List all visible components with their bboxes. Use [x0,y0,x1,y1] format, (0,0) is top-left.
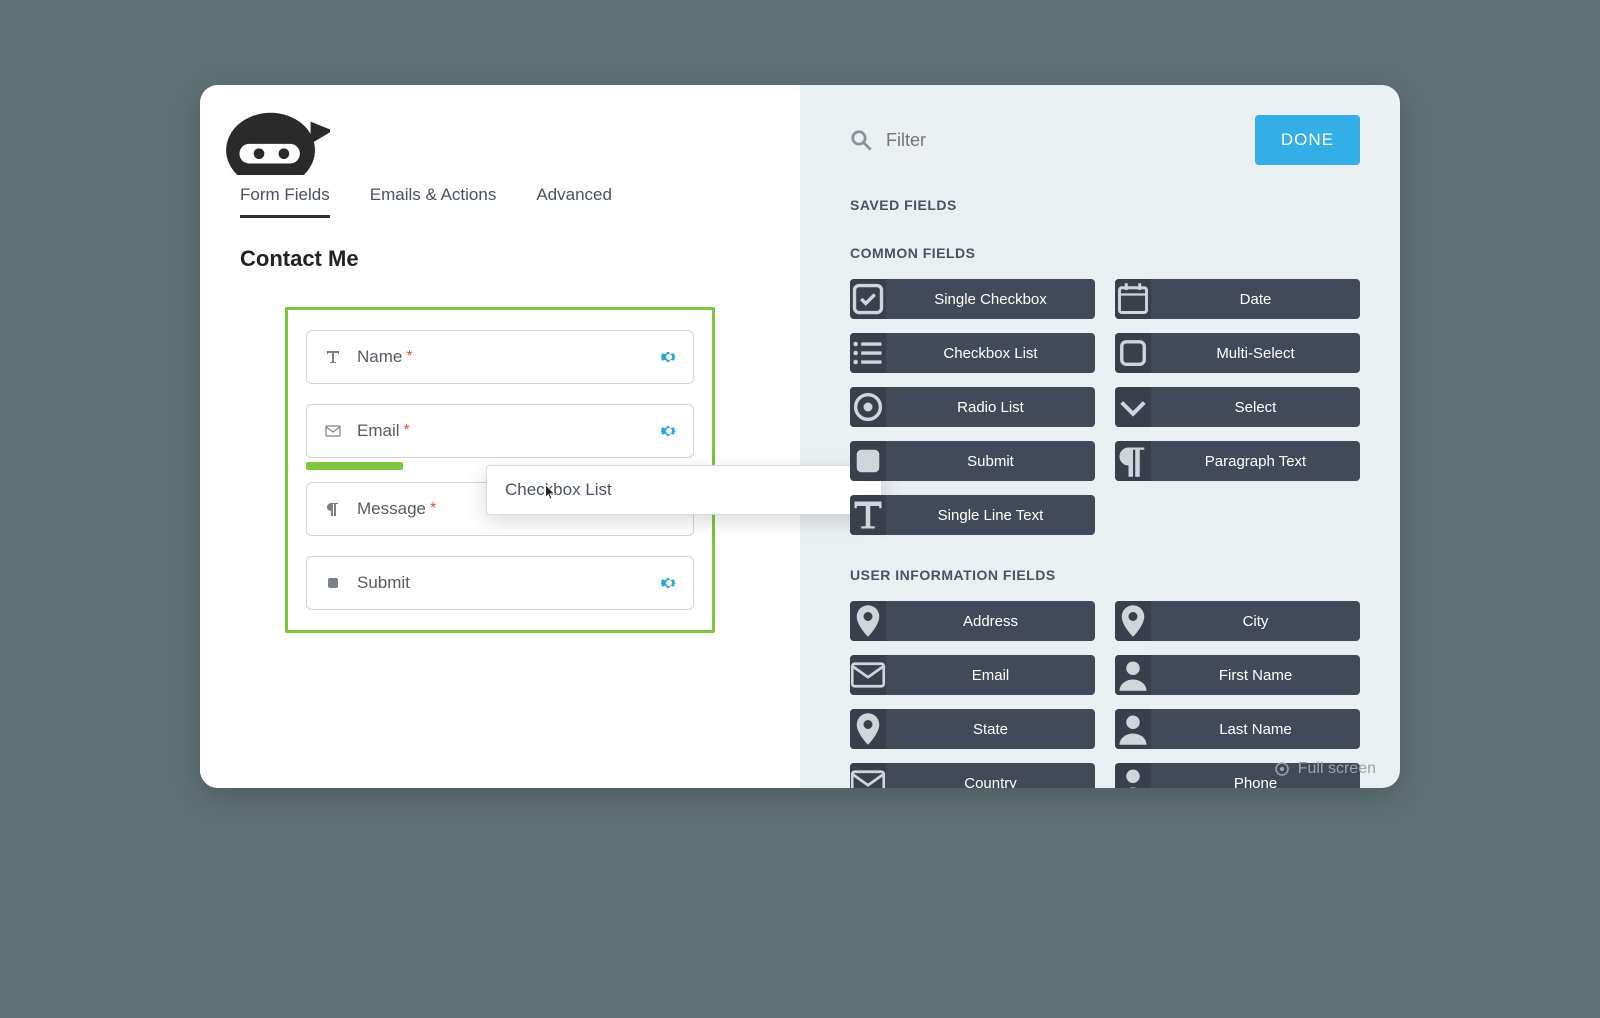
user-icon [1115,709,1151,749]
field-button-label: Radio List [886,399,1095,416]
field-button-label: Select [1151,399,1360,416]
required-mark: * [404,422,410,440]
user-icon [1115,655,1151,695]
app-window: Form Fields Emails & Actions Advanced Co… [200,85,1400,788]
common-field-single-checkbox[interactable]: Single Checkbox [850,279,1095,319]
user-field-state[interactable]: State [850,709,1095,749]
form-title: Contact Me [240,246,760,272]
field-button-label: Email [886,667,1095,684]
dot-circle-icon [850,387,886,427]
pin-icon [850,709,886,749]
list-icon [850,333,886,373]
square-o-icon [1115,333,1151,373]
common-fields-grid: Single Checkbox Date Checkbox List Multi-Se… [850,279,1360,535]
common-field-paragraph-text[interactable]: Paragraph Text [1115,441,1360,481]
common-field-radio-list[interactable]: Radio List [850,387,1095,427]
palette-header: DONE [850,115,1360,165]
field-button-label: Date [1151,291,1360,308]
field-button-label: Multi-Select [1151,345,1360,362]
fullscreen-label: Full screen [1298,760,1376,778]
text-icon [850,495,886,535]
field-label: Submit [357,573,410,593]
section-saved-fields: SAVED FIELDS [850,197,1360,213]
common-field-date[interactable]: Date [1115,279,1360,319]
pin-icon [850,601,886,641]
tabs: Form Fields Emails & Actions Advanced [240,185,760,218]
fullscreen-toggle[interactable]: Full screen [1274,760,1376,778]
gear-icon[interactable] [661,349,677,365]
envelope-icon [850,655,886,695]
section-common-fields: COMMON FIELDS [850,245,1360,261]
user-field-first-name[interactable]: First Name [1115,655,1360,695]
common-field-submit[interactable]: Submit [850,441,1095,481]
drop-indicator [306,462,403,470]
field-button-label: First Name [1151,667,1360,684]
field-button-label: Last Name [1151,721,1360,738]
calendar-icon [1115,279,1151,319]
field-button-label: Checkbox List [886,345,1095,362]
search-icon [850,129,872,151]
field-label: Message [357,499,426,519]
dragging-label: Checkbox List [505,480,612,499]
field-button-label: Submit [886,453,1095,470]
field-submit[interactable]: Submit [306,556,694,610]
field-button-label: Address [886,613,1095,630]
builder-panel: Form Fields Emails & Actions Advanced Co… [200,85,800,788]
paragraph-icon [323,501,343,517]
gear-icon[interactable] [661,423,677,439]
field-label: Email [357,421,400,441]
field-button-label: Paragraph Text [1151,453,1360,470]
common-field-multi-select[interactable]: Multi-Select [1115,333,1360,373]
field-button-label: Single Checkbox [886,291,1095,308]
common-field-checkbox-list[interactable]: Checkbox List [850,333,1095,373]
field-button-label: Single Line Text [886,507,1095,524]
user-field-city[interactable]: City [1115,601,1360,641]
tab-advanced[interactable]: Advanced [536,185,612,218]
field-button-label: City [1151,613,1360,630]
search-wrap [850,129,1237,151]
tab-form-fields[interactable]: Form Fields [240,185,330,218]
ninja-logo [220,95,330,175]
text-icon [323,349,343,365]
expand-icon [1274,761,1290,777]
square-icon [323,575,343,591]
field-button-label: State [886,721,1095,738]
chevron-down-icon [1115,387,1151,427]
field-name[interactable]: Name * [306,330,694,384]
envelope-icon [323,423,343,439]
required-mark: * [430,500,436,518]
user-field-country[interactable]: Country [850,763,1095,788]
user-icon [1115,763,1151,788]
tab-emails-actions[interactable]: Emails & Actions [370,185,497,218]
common-field-select[interactable]: Select [1115,387,1360,427]
field-palette: DONE SAVED FIELDS COMMON FIELDS Single C… [800,85,1400,788]
section-user-fields: USER INFORMATION FIELDS [850,567,1360,583]
common-field-single-line-text[interactable]: Single Line Text [850,495,1095,535]
filter-input[interactable] [886,130,1086,151]
square-icon [850,441,886,481]
pin-icon [1115,601,1151,641]
envelope-icon [850,763,886,788]
gear-icon[interactable] [661,575,677,591]
paragraph-icon [1115,441,1151,481]
field-email[interactable]: Email * [306,404,694,458]
required-mark: * [406,348,412,366]
user-field-last-name[interactable]: Last Name [1115,709,1360,749]
user-field-address[interactable]: Address [850,601,1095,641]
check-square-icon [850,279,886,319]
user-field-email[interactable]: Email [850,655,1095,695]
field-label: Name [357,347,402,367]
field-button-label: Country [886,775,1095,789]
done-button[interactable]: DONE [1255,115,1360,165]
